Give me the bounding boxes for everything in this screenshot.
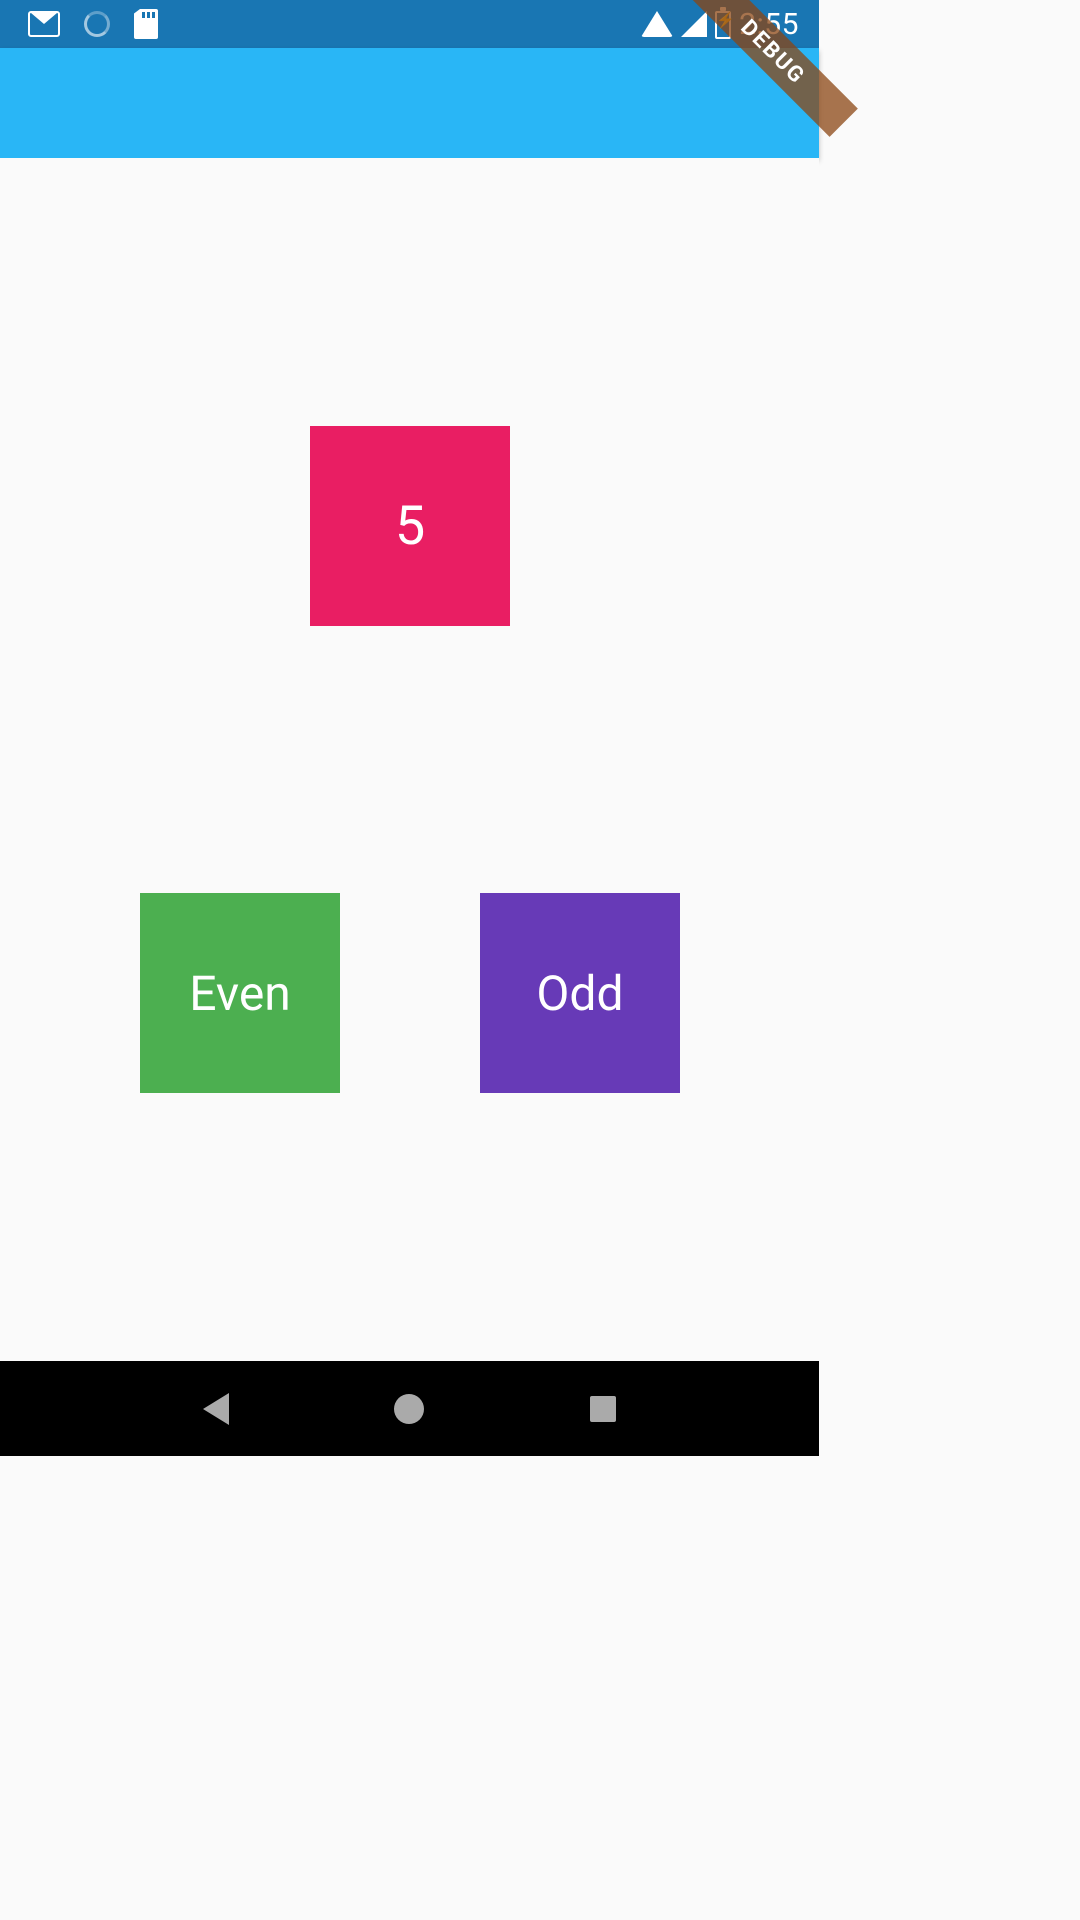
- signal-icon: [681, 11, 707, 37]
- draggable-number-box[interactable]: 5: [310, 426, 510, 626]
- draggable-number-label: 5: [395, 495, 425, 558]
- status-bar: 2:55: [0, 0, 819, 48]
- loading-icon: [84, 11, 110, 37]
- odd-target-label: Odd: [536, 965, 623, 1022]
- nav-home-button[interactable]: [394, 1394, 424, 1424]
- sd-card-icon: [134, 9, 158, 39]
- navigation-bar: [0, 1361, 819, 1456]
- nav-recent-button[interactable]: [590, 1396, 616, 1422]
- even-target-label: Even: [189, 965, 291, 1022]
- odd-drop-target[interactable]: Odd: [480, 893, 680, 1093]
- even-drop-target[interactable]: Even: [140, 893, 340, 1093]
- main-content: 5 Even Odd: [0, 158, 819, 1361]
- nav-back-button[interactable]: [203, 1393, 229, 1425]
- status-left-icons: [28, 9, 158, 39]
- app-bar: [0, 48, 819, 158]
- gmail-icon: [28, 11, 60, 37]
- wifi-icon: [641, 11, 673, 37]
